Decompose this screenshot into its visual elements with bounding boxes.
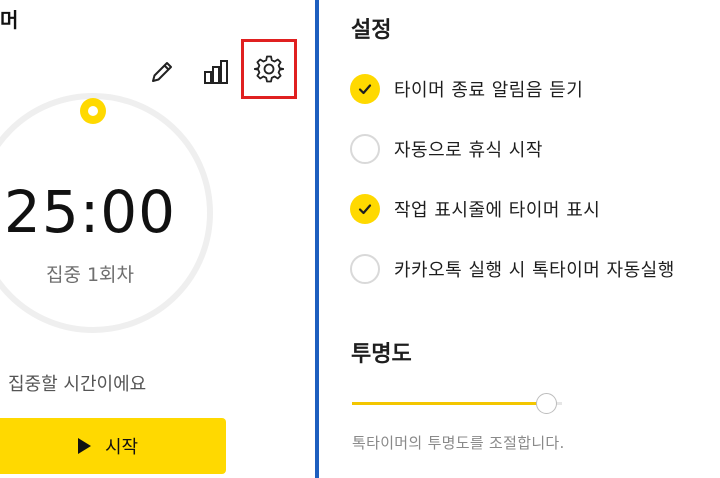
settings-title: 설정 [351,18,392,43]
option-label: 작업 표시줄에 타이머 표시 [394,200,601,221]
edit-button[interactable] [146,56,178,88]
stats-button[interactable] [200,56,232,88]
start-button-label: 시작 [104,437,139,458]
checkbox[interactable] [350,74,380,104]
option-label: 자동으로 휴식 시작 [394,140,543,161]
bar-chart-icon [204,60,228,84]
play-icon [77,438,91,454]
app-title: 머 [0,8,19,32]
gear-icon [254,55,284,83]
session-counter: 집중 1회차 [45,264,135,286]
timer-hint: 집중할 시간이에요 [8,374,147,395]
check-icon [358,204,372,215]
opacity-title: 투명도 [351,342,412,367]
settings-button[interactable] [241,39,297,99]
option-auto-break[interactable]: 자동으로 휴식 시작 [350,134,543,164]
checkbox[interactable] [350,134,380,164]
opacity-slider[interactable] [352,392,562,416]
slider-fill [352,402,548,405]
option-label: 타이머 종료 알림음 듣기 [394,80,584,101]
settings-panel: 설정 타이머 종료 알림음 듣기 자동으로 휴식 시작 작업 표시줄에 타이머 … [319,0,720,478]
opacity-description: 톡타이머의 투명도를 조절합니다. [352,434,565,452]
timer-display: 25:00 [3,178,177,246]
option-autostart-with-kakaotalk[interactable]: 카카오톡 실행 시 톡타이머 자동실행 [350,254,675,284]
checkbox[interactable] [350,194,380,224]
checkbox[interactable] [350,254,380,284]
option-taskbar-timer[interactable]: 작업 표시줄에 타이머 표시 [350,194,600,224]
timer-panel: 머 25:00 집중 1회차 집중할 시간이에요 시작 [0,0,312,478]
check-icon [358,84,372,95]
start-button[interactable]: 시작 [0,418,226,474]
slider-thumb[interactable] [536,393,558,414]
pencil-icon [152,62,172,82]
option-timer-end-sound[interactable]: 타이머 종료 알림음 듣기 [350,74,583,104]
option-label: 카카오톡 실행 시 톡타이머 자동실행 [394,260,675,281]
